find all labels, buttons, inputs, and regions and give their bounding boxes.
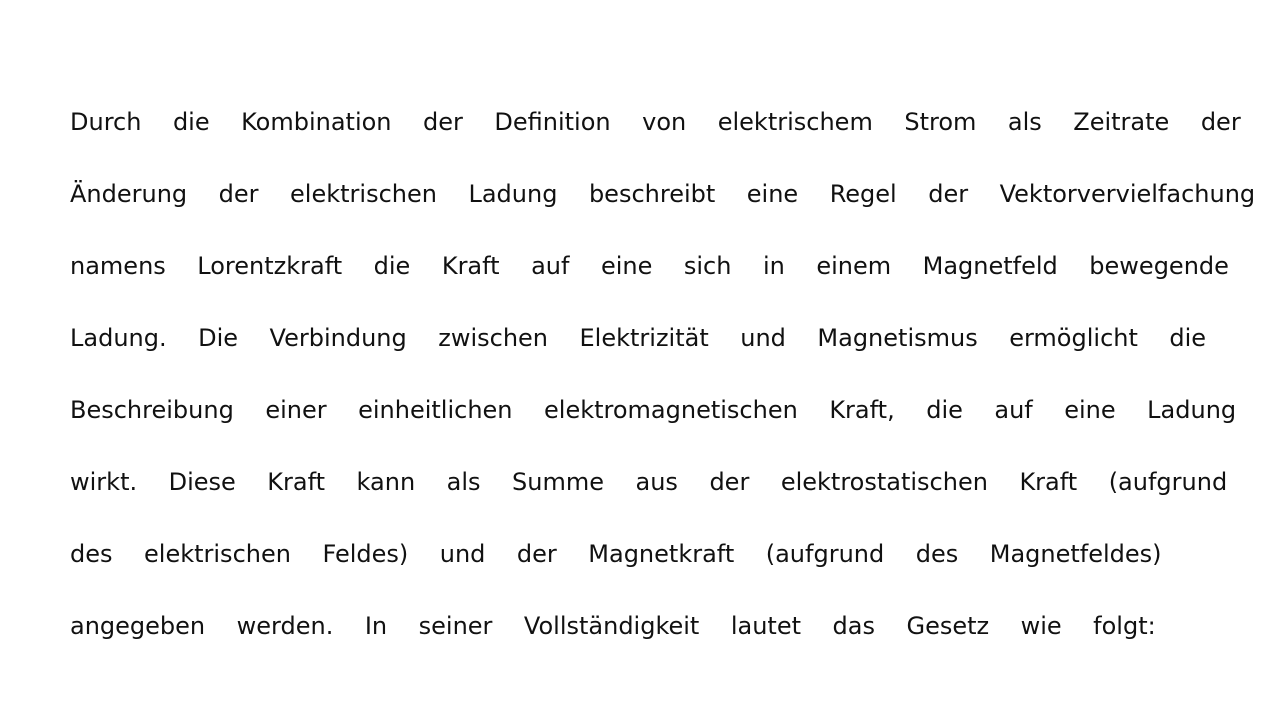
word: Änderung (70, 180, 188, 208)
word: kann (356, 468, 416, 496)
text-line: Änderung der elektrischen Ladung beschreibt e… (70, 158, 1255, 230)
word: Kraft (1019, 468, 1078, 496)
body-paragraph: Durch die Kombination der Definition von elekt… (70, 86, 1255, 662)
word: wie (1020, 612, 1062, 640)
word: Strom (904, 108, 977, 136)
word: der (709, 468, 750, 496)
word: namens (70, 252, 166, 280)
word: elektrischen (290, 180, 437, 208)
word: Elektrizität (579, 324, 709, 352)
word: des (915, 540, 959, 568)
word: das (832, 612, 875, 640)
word: aus (635, 468, 678, 496)
word: Magnetismus (817, 324, 978, 352)
word: elektrostatischen (780, 468, 988, 496)
word: der (218, 180, 259, 208)
text-line: Durch die Kombination der Definition von elekt… (70, 86, 1241, 158)
word: seiner (418, 612, 493, 640)
word: bewegende (1089, 252, 1229, 280)
word: die (1169, 324, 1207, 352)
word: Verbindung (269, 324, 407, 352)
word: eine (746, 180, 799, 208)
word: Feldes) (322, 540, 409, 568)
word: Ladung (1147, 396, 1237, 424)
word: der (516, 540, 557, 568)
word: Kraft (441, 252, 500, 280)
word: Definition (494, 108, 611, 136)
word: als (446, 468, 481, 496)
word: die (172, 108, 210, 136)
word: Vollständigkeit (523, 612, 700, 640)
word: der (928, 180, 969, 208)
word: Magnetfeld (922, 252, 1058, 280)
word: In (364, 612, 388, 640)
word: Durch (70, 108, 142, 136)
document-page: Durch die Kombination der Definition von elekt… (0, 0, 1280, 720)
word: Lorentzkraft (197, 252, 343, 280)
word: und (439, 540, 486, 568)
word: elektrischem (717, 108, 873, 136)
text-line: angegeben werden. In seiner Vollständigkeit l… (70, 590, 1210, 662)
word: wirkt. (70, 468, 138, 496)
word: Vektorvervielfachung (999, 180, 1256, 208)
word: Magnetfeldes) (989, 540, 1162, 568)
word: ermöglicht (1009, 324, 1138, 352)
word: angegeben (70, 612, 206, 640)
word: Kombination (241, 108, 392, 136)
word: des (70, 540, 113, 568)
word: einer (265, 396, 327, 424)
text-line: des elektrischen Feldes) und der Magnetkraft (… (70, 518, 1210, 590)
word: Magnetkraft (588, 540, 735, 568)
word: zwischen (438, 324, 549, 352)
word: Gesetz (906, 612, 990, 640)
text-line: Beschreibung einer einheitlichen elektromag… (70, 374, 1236, 446)
word: auf (994, 396, 1033, 424)
word: der (1200, 108, 1241, 136)
word: Beschreibung (70, 396, 234, 424)
text-line: namens Lorentzkraft die Kraft auf eine sich in e… (70, 230, 1229, 302)
word: beschreibt (588, 180, 716, 208)
word: Zeitrate (1073, 108, 1170, 136)
word: der (423, 108, 463, 136)
word: eine (600, 252, 653, 280)
word: sich (683, 252, 732, 280)
word: (aufgrund (765, 540, 885, 568)
text-line: Ladung. Die Verbindung zwischen Elektrizität… (70, 302, 1210, 374)
word: Ladung (468, 180, 558, 208)
word: eine (1064, 396, 1116, 424)
word: elektromagnetischen (544, 396, 798, 424)
word: (aufgrund (1108, 468, 1228, 496)
word: Kraft (267, 468, 326, 496)
word: Regel (829, 180, 897, 208)
word: als (1007, 108, 1042, 136)
word: werden. (236, 612, 334, 640)
word: einheitlichen (358, 396, 513, 424)
word: lautet (730, 612, 802, 640)
word: elektrischen (144, 540, 291, 568)
word: Ladung. (70, 324, 167, 352)
word: und (740, 324, 786, 352)
word: einem (816, 252, 892, 280)
word: in (762, 252, 785, 280)
word: auf (531, 252, 570, 280)
word: die (926, 396, 963, 424)
word: die (373, 252, 411, 280)
word: Die (198, 324, 239, 352)
word: Kraft, (829, 396, 895, 424)
word: folgt: (1093, 612, 1156, 640)
text-line: wirkt. Diese Kraft kann als Summe aus der elektr… (70, 446, 1227, 518)
word: Diese (168, 468, 236, 496)
word: Summe (512, 468, 605, 496)
word: von (642, 108, 687, 136)
